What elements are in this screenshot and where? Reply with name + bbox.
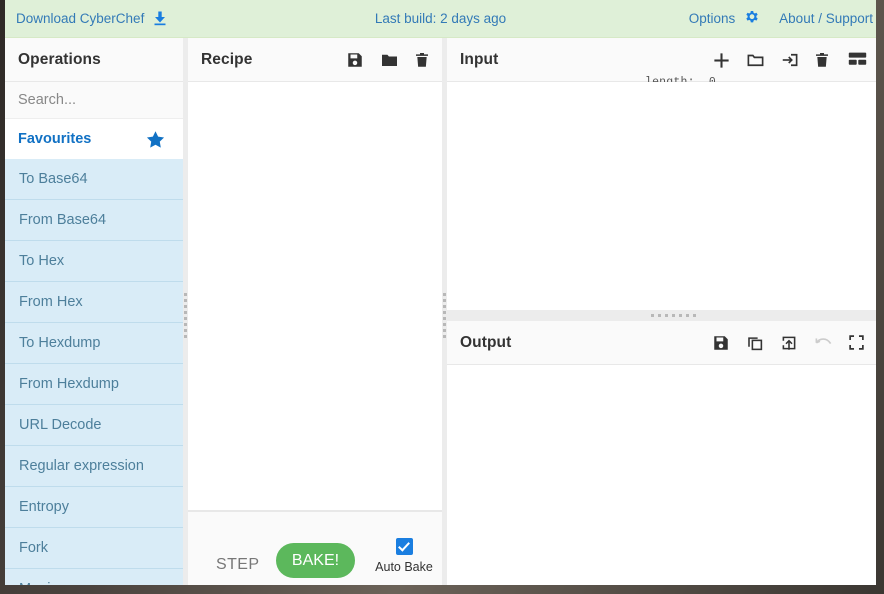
search-input[interactable] [5, 82, 183, 118]
auto-bake-checkbox[interactable] [395, 538, 413, 556]
output-title: Output [460, 334, 512, 351]
operation-list-item[interactable]: Fork [5, 528, 183, 569]
operation-list-item-label: URL Decode [19, 417, 102, 433]
operations-title: Operations [18, 51, 101, 68]
recipe-operation-list[interactable] [188, 82, 442, 511]
operation-list-item-label: Magic [19, 569, 58, 585]
load-recipe-icon[interactable] [380, 51, 398, 69]
open-file-icon[interactable] [780, 51, 798, 69]
auto-bake-control: Auto Bake [368, 538, 440, 574]
auto-bake-label: Auto Bake [375, 560, 433, 574]
gutter-handle-dots [651, 314, 696, 317]
input-textarea[interactable] [447, 82, 876, 310]
input-title-bar: Input length: 0 lines: 1 [447, 38, 876, 137]
recipe-controls [346, 38, 432, 81]
open-folder-icon[interactable] [746, 51, 764, 69]
operations-panel: Operations Favourites To Base64 From Base… [5, 38, 183, 585]
operation-list-item-label: Regular expression [19, 458, 144, 474]
operation-list-item-label: To Hexdump [19, 335, 101, 351]
operation-list-item-label: Entropy [19, 499, 69, 515]
save-output-icon[interactable] [712, 334, 730, 352]
copy-output-icon[interactable] [746, 334, 764, 352]
output-textarea[interactable] [447, 365, 876, 585]
options-label: Options [688, 11, 736, 26]
operation-list-item-label: To Base64 [19, 171, 88, 187]
save-recipe-icon[interactable] [346, 51, 364, 69]
star-icon [146, 130, 165, 149]
bake-controls-bar: STEP BAKE! Auto Bake [188, 511, 442, 585]
operation-list-item[interactable]: From Hexdump [5, 364, 183, 405]
gutter-handle-dots [184, 293, 187, 338]
operation-list-item-label: From Base64 [19, 212, 107, 228]
operations-title-bar: Operations [5, 38, 183, 82]
replace-input-icon[interactable] [780, 334, 798, 352]
favourites-category-header[interactable]: Favourites [5, 119, 183, 161]
operation-list-item[interactable]: To Hex [5, 241, 183, 282]
input-title: Input [460, 51, 499, 68]
maximise-output-icon[interactable] [848, 334, 866, 352]
add-input-tab-icon[interactable] [712, 51, 730, 69]
bake-button[interactable]: BAKE! [276, 543, 355, 578]
main-workspace: Operations Favourites To Base64 From Base… [5, 38, 876, 585]
options-link[interactable]: Options [689, 0, 760, 41]
io-column: Input length: 0 lines: 1 [447, 38, 876, 585]
input-panel: Input length: 0 lines: 1 [447, 38, 876, 310]
reset-pane-layout-icon[interactable] [848, 51, 867, 69]
undo-bake-icon[interactable] [814, 334, 832, 352]
operation-list-item[interactable]: To Base64 [5, 159, 183, 200]
cyberchef-app-window: Download CyberChef Last build: 2 days ag… [5, 0, 876, 585]
clear-recipe-icon[interactable] [414, 51, 432, 69]
favourites-label: Favourites [18, 131, 92, 147]
operation-list-item-label: Fork [19, 540, 48, 556]
clear-input-icon[interactable] [814, 51, 832, 69]
recipe-title: Recipe [201, 51, 253, 68]
output-controls [712, 321, 866, 364]
operation-list-item[interactable]: Regular expression [5, 446, 183, 487]
operation-list-item[interactable]: From Base64 [5, 200, 183, 241]
operation-list-item[interactable]: From Hex [5, 282, 183, 323]
input-controls [712, 38, 867, 81]
operation-list-item-label: To Hex [19, 253, 65, 269]
operation-list-item-label: From Hexdump [19, 376, 119, 392]
about-support-link[interactable]: About / Support [779, 0, 873, 38]
gear-icon [744, 3, 760, 41]
operation-list-item[interactable]: URL Decode [5, 405, 183, 446]
recipe-panel: Recipe STEP BAKE! Auto Bake [188, 38, 442, 585]
output-title-bar: Output [447, 321, 876, 365]
operation-list-item[interactable]: To Hexdump [5, 323, 183, 364]
operation-list-item[interactable]: Magic [5, 569, 183, 585]
recipe-title-bar: Recipe [188, 38, 442, 82]
top-banner: Download CyberChef Last build: 2 days ag… [5, 0, 876, 38]
operations-search-wrap [5, 82, 183, 119]
step-button[interactable]: STEP [210, 555, 265, 575]
gutter-handle-dots [443, 293, 446, 338]
gutter-input-output[interactable] [447, 310, 876, 321]
operations-list[interactable]: To Base64 From Base64 To Hex From Hex To Hex… [5, 159, 183, 585]
operation-list-item-label: From Hex [19, 294, 83, 310]
operation-list-item[interactable]: Entropy [5, 487, 183, 528]
output-panel: Output [447, 321, 876, 585]
